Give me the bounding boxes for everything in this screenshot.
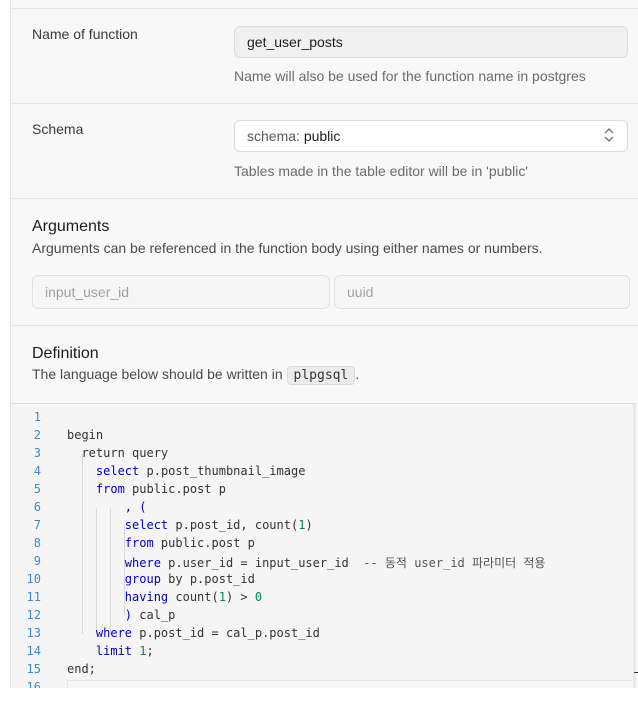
overflow-marker: [634, 672, 638, 673]
schema-value: public: [303, 128, 341, 144]
schema-prefix: schema:: [247, 128, 300, 144]
code-line: end;: [67, 662, 96, 676]
code-line: from public.post p: [124, 536, 255, 550]
line-number: 11: [26, 590, 41, 604]
schema-help: Tables made in the table editor will be …: [234, 163, 529, 179]
code-line: where p.post_id = cal_p.post_id: [95, 626, 320, 640]
line-number: 5: [33, 482, 41, 496]
definition-title: Definition: [32, 345, 99, 362]
argument-type-input[interactable]: uuid: [334, 275, 630, 309]
schema-select[interactable]: schema: public: [234, 120, 628, 152]
line-number: 7: [33, 518, 41, 532]
line-number: 2: [33, 428, 41, 442]
editor-scrollbar[interactable]: [633, 404, 636, 703]
code-editor[interactable]: 1 2 3 4 5 6 7 8 9 10 11 12 13 14 15 16 b…: [11, 403, 636, 703]
code-line: begin: [67, 428, 104, 442]
code-line: select p.post_id, count(1): [124, 518, 313, 532]
panel-top-strip: [11, 0, 638, 9]
argument-type-placeholder: uuid: [347, 284, 374, 300]
line-number: 4: [33, 464, 41, 478]
line-number: 6: [33, 500, 41, 514]
function-name-input[interactable]: get_user_posts: [234, 26, 628, 58]
definition-description-end: .: [355, 366, 360, 382]
chevron-up-down-icon: [603, 127, 615, 146]
code-line: select p.post_thumbnail_image: [95, 464, 306, 478]
code-line: , (: [124, 500, 147, 514]
schema-label: Schema: [32, 121, 84, 137]
bottom-strip: [0, 688, 638, 703]
schema-select-text: schema: public: [247, 128, 340, 144]
argument-name-input[interactable]: input_user_id: [32, 275, 330, 309]
line-number: 13: [26, 626, 41, 640]
arguments-title: Arguments: [32, 218, 110, 235]
create-function-panel: Name of function get_user_posts Name wil…: [10, 0, 638, 703]
code-line: return query: [67, 446, 169, 460]
line-number: 1: [33, 410, 41, 424]
code-line: group by p.post_id: [124, 572, 255, 586]
code-line: from public.post p: [95, 482, 226, 496]
line-number: 3: [33, 446, 41, 460]
line-number: 12: [26, 608, 41, 622]
code-line: limit 1;: [95, 644, 154, 658]
argument-name-placeholder: input_user_id: [45, 284, 130, 300]
function-name-label: Name of function: [32, 26, 138, 42]
line-number: 15: [26, 662, 41, 676]
divider: [11, 325, 638, 326]
function-name-help: Name will also be used for the function …: [234, 68, 586, 84]
definition-description: The language below should be written in …: [32, 366, 359, 385]
line-number: 9: [33, 554, 41, 568]
code-line: ) cal_p: [124, 608, 176, 622]
divider: [11, 103, 638, 104]
line-number: 10: [26, 572, 41, 586]
line-number: 8: [33, 536, 41, 550]
definition-description-text: The language below should be written in: [32, 366, 283, 382]
language-chip: plpgsql: [286, 366, 356, 385]
code-line: where p.user_id = input_user_id -- 동적 us…: [124, 556, 546, 570]
line-number: 14: [26, 644, 41, 658]
divider: [11, 198, 638, 199]
arguments-description: Arguments can be referenced in the funct…: [32, 240, 543, 256]
function-name-value: get_user_posts: [247, 34, 343, 50]
code-line: having count(1) > 0: [124, 590, 263, 604]
